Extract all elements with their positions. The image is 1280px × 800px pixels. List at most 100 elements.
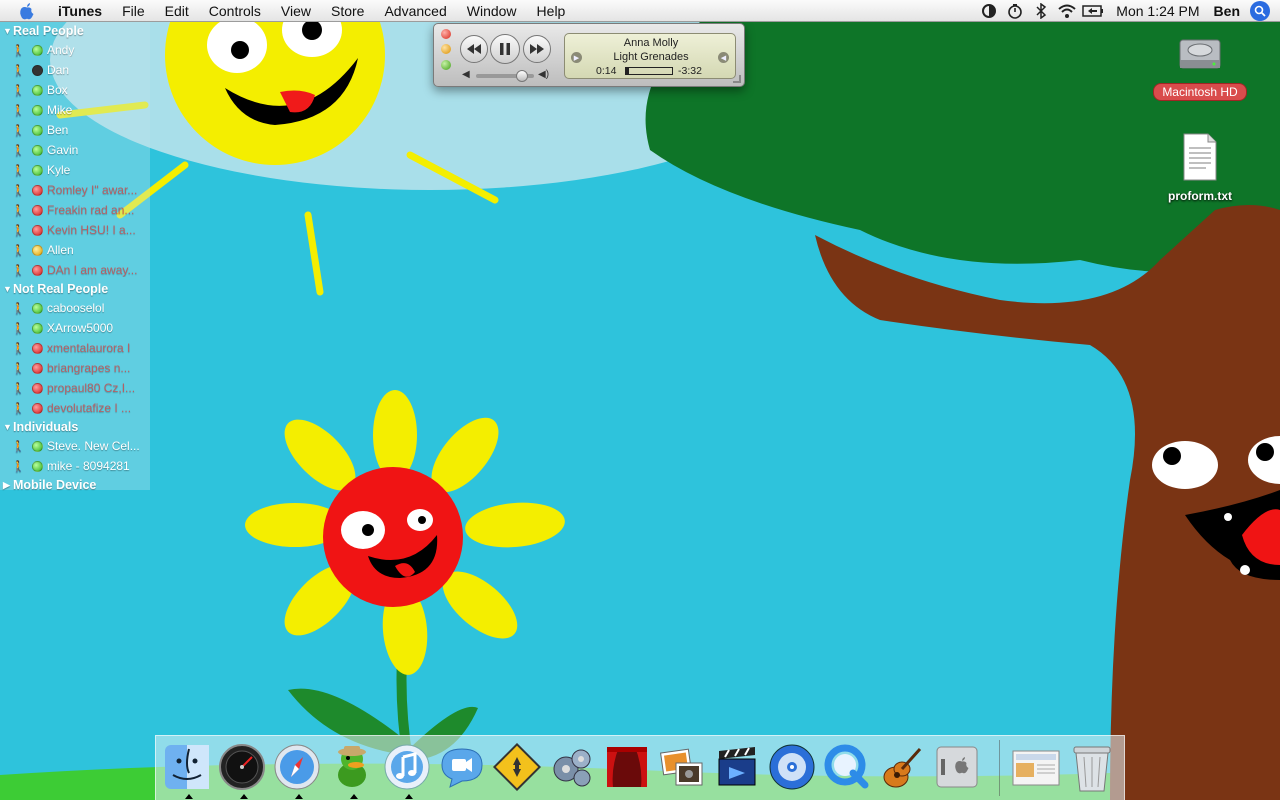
buddy-row[interactable]: 🚶 Kyle bbox=[0, 160, 150, 180]
buddy-group-individuals[interactable]: ▼ Individuals bbox=[0, 418, 150, 436]
zoom-button[interactable] bbox=[441, 60, 451, 70]
desktop-wallpaper bbox=[0, 0, 1280, 800]
buddy-icon: 🚶 bbox=[11, 64, 26, 77]
buddy-group-label: Mobile Device bbox=[13, 478, 97, 492]
dock-downloads-stack[interactable] bbox=[1011, 741, 1063, 793]
boot-camp-icon bbox=[936, 746, 978, 788]
disclosure-expanded-icon[interactable]: ▼ bbox=[3, 284, 13, 294]
desktop-icon-label: Macintosh HD bbox=[1153, 83, 1247, 101]
dock-dashboard[interactable] bbox=[216, 741, 268, 799]
pause-button[interactable] bbox=[490, 34, 520, 64]
buddy-row[interactable]: 🚶 mike - 8094281 bbox=[0, 456, 150, 476]
bluetooth-icon[interactable] bbox=[1030, 0, 1052, 22]
buddy-row[interactable]: 🚶 Kevin HSU! I a... bbox=[0, 220, 150, 240]
clapperboard-icon bbox=[718, 747, 756, 786]
buddy-row[interactable]: 🚶 Mike bbox=[0, 100, 150, 120]
buddy-name: Romley I" awar... bbox=[47, 183, 138, 197]
buddy-icon: 🚶 bbox=[11, 264, 26, 277]
dock-system-preferences[interactable] bbox=[546, 741, 598, 793]
timer-icon[interactable] bbox=[1004, 0, 1026, 22]
disclosure-expanded-icon[interactable]: ▼ bbox=[3, 422, 13, 432]
buddy-row[interactable]: 🚶 briangrapes n... bbox=[0, 358, 150, 378]
itunes-mini-player[interactable]: ◀ ◀) ▶ Anna Molly Light Grenades 0:14 -3… bbox=[433, 23, 745, 87]
buddy-icon: 🚶 bbox=[11, 44, 26, 57]
app-menu-itunes[interactable]: iTunes bbox=[48, 0, 112, 22]
dock-garageband[interactable] bbox=[876, 741, 928, 793]
remaining-time: -3:32 bbox=[678, 65, 702, 77]
dock-finder[interactable] bbox=[161, 741, 213, 799]
dock-dvd-player[interactable] bbox=[766, 741, 818, 793]
desktop-icon-macintosh-hd[interactable]: Macintosh HD bbox=[1150, 30, 1250, 101]
dock-transmit[interactable] bbox=[491, 741, 543, 793]
rewind-icon bbox=[467, 44, 481, 54]
dock-ichat[interactable] bbox=[436, 741, 488, 793]
dock-photo-booth[interactable] bbox=[656, 741, 708, 793]
dock-front-row[interactable] bbox=[601, 741, 653, 793]
volume-high-icon: ◀) bbox=[538, 69, 550, 80]
fast-user-switch[interactable]: Ben bbox=[1210, 3, 1250, 19]
battery-icon[interactable] bbox=[1082, 0, 1104, 22]
buddy-row[interactable]: 🚶 Ben bbox=[0, 120, 150, 140]
dock-quicktime[interactable] bbox=[821, 741, 873, 793]
disclosure-expanded-icon[interactable]: ▼ bbox=[3, 26, 13, 36]
menu-store[interactable]: Store bbox=[321, 0, 374, 22]
menu-advanced[interactable]: Advanced bbox=[374, 0, 456, 22]
menu-window[interactable]: Window bbox=[457, 0, 527, 22]
desktop-icon-proform-txt[interactable]: proform.txt bbox=[1150, 132, 1250, 205]
buddy-row[interactable]: 🚶 Steve. New Cel... bbox=[0, 436, 150, 456]
buddy-group-not-real-people[interactable]: ▼ Not Real People bbox=[0, 280, 150, 298]
close-button[interactable] bbox=[441, 29, 451, 39]
buddy-row[interactable]: 🚶 cabooselol bbox=[0, 298, 150, 318]
volume-slider-knob[interactable] bbox=[516, 70, 529, 82]
buddy-name: Box bbox=[47, 83, 68, 97]
album-name: Light Grenades bbox=[613, 51, 689, 63]
running-indicator bbox=[350, 794, 358, 799]
next-track-button[interactable] bbox=[523, 35, 551, 63]
wifi-icon[interactable] bbox=[1056, 0, 1078, 22]
menu-edit[interactable]: Edit bbox=[155, 0, 199, 22]
finder-icon bbox=[165, 745, 209, 789]
status-red-icon bbox=[32, 264, 43, 276]
buddy-row[interactable]: 🚶 devolutafize I ... bbox=[0, 398, 150, 418]
disclosure-collapsed-icon[interactable]: ▶ bbox=[3, 480, 13, 491]
menu-file[interactable]: File bbox=[112, 0, 155, 22]
dock-trash[interactable] bbox=[1066, 741, 1118, 793]
spotlight-icon[interactable] bbox=[1250, 0, 1270, 21]
dock-safari[interactable] bbox=[271, 741, 323, 799]
previous-track-button[interactable] bbox=[460, 35, 488, 63]
buddy-row[interactable]: 🚶 XArrow5000 bbox=[0, 318, 150, 338]
buddy-group-label: Individuals bbox=[13, 420, 79, 434]
dock-adium[interactable] bbox=[326, 741, 378, 799]
buddy-row[interactable]: 🚶 Gavin bbox=[0, 140, 150, 160]
buddy-row[interactable]: 🚶 Box bbox=[0, 80, 150, 100]
text-document-icon bbox=[1183, 133, 1217, 181]
status-red-icon bbox=[32, 342, 43, 354]
playback-progress-bar[interactable] bbox=[625, 67, 673, 75]
buddy-row[interactable]: 🚶 Allen bbox=[0, 240, 150, 260]
buddy-group-mobile-device[interactable]: ▶ Mobile Device bbox=[0, 476, 150, 494]
buddy-row[interactable]: 🚶 xmentalaurora I bbox=[0, 338, 150, 358]
dock-itunes[interactable] bbox=[381, 741, 433, 799]
dock-boot-camp[interactable] bbox=[931, 741, 983, 793]
buddy-row[interactable]: 🚶 Andy bbox=[0, 40, 150, 60]
buddy-group-real-people[interactable]: ▼ Real People bbox=[0, 22, 150, 40]
buddy-row[interactable]: 🚶 DAn I am away... bbox=[0, 260, 150, 280]
buddy-row[interactable]: 🚶 Dan bbox=[0, 60, 150, 80]
buddy-icon: 🚶 bbox=[11, 124, 26, 137]
buddy-row[interactable]: 🚶 propaul80 Cz,I... bbox=[0, 378, 150, 398]
menu-controls[interactable]: Controls bbox=[199, 0, 271, 22]
apple-menu-icon[interactable] bbox=[16, 0, 38, 22]
photo-booth-icon bbox=[660, 748, 703, 786]
resize-grip[interactable] bbox=[733, 75, 741, 83]
menubar-clock[interactable]: Mon 1:24 PM bbox=[1106, 3, 1209, 19]
dock-imovie[interactable] bbox=[711, 741, 763, 793]
buddy-row[interactable]: 🚶 Romley I" awar... bbox=[0, 180, 150, 200]
buddy-row[interactable]: 🚶 Freakin rad an... bbox=[0, 200, 150, 220]
display-toggle-right-icon[interactable]: ◀ bbox=[718, 52, 729, 63]
menu-view[interactable]: View bbox=[271, 0, 321, 22]
minimize-button[interactable] bbox=[441, 44, 451, 54]
menu-help[interactable]: Help bbox=[527, 0, 576, 22]
now-playing-display: ▶ Anna Molly Light Grenades 0:14 -3:32 ◀ bbox=[564, 33, 736, 79]
desktop-icon-label: proform.txt bbox=[1168, 189, 1232, 203]
sync-icon[interactable] bbox=[978, 0, 1000, 22]
